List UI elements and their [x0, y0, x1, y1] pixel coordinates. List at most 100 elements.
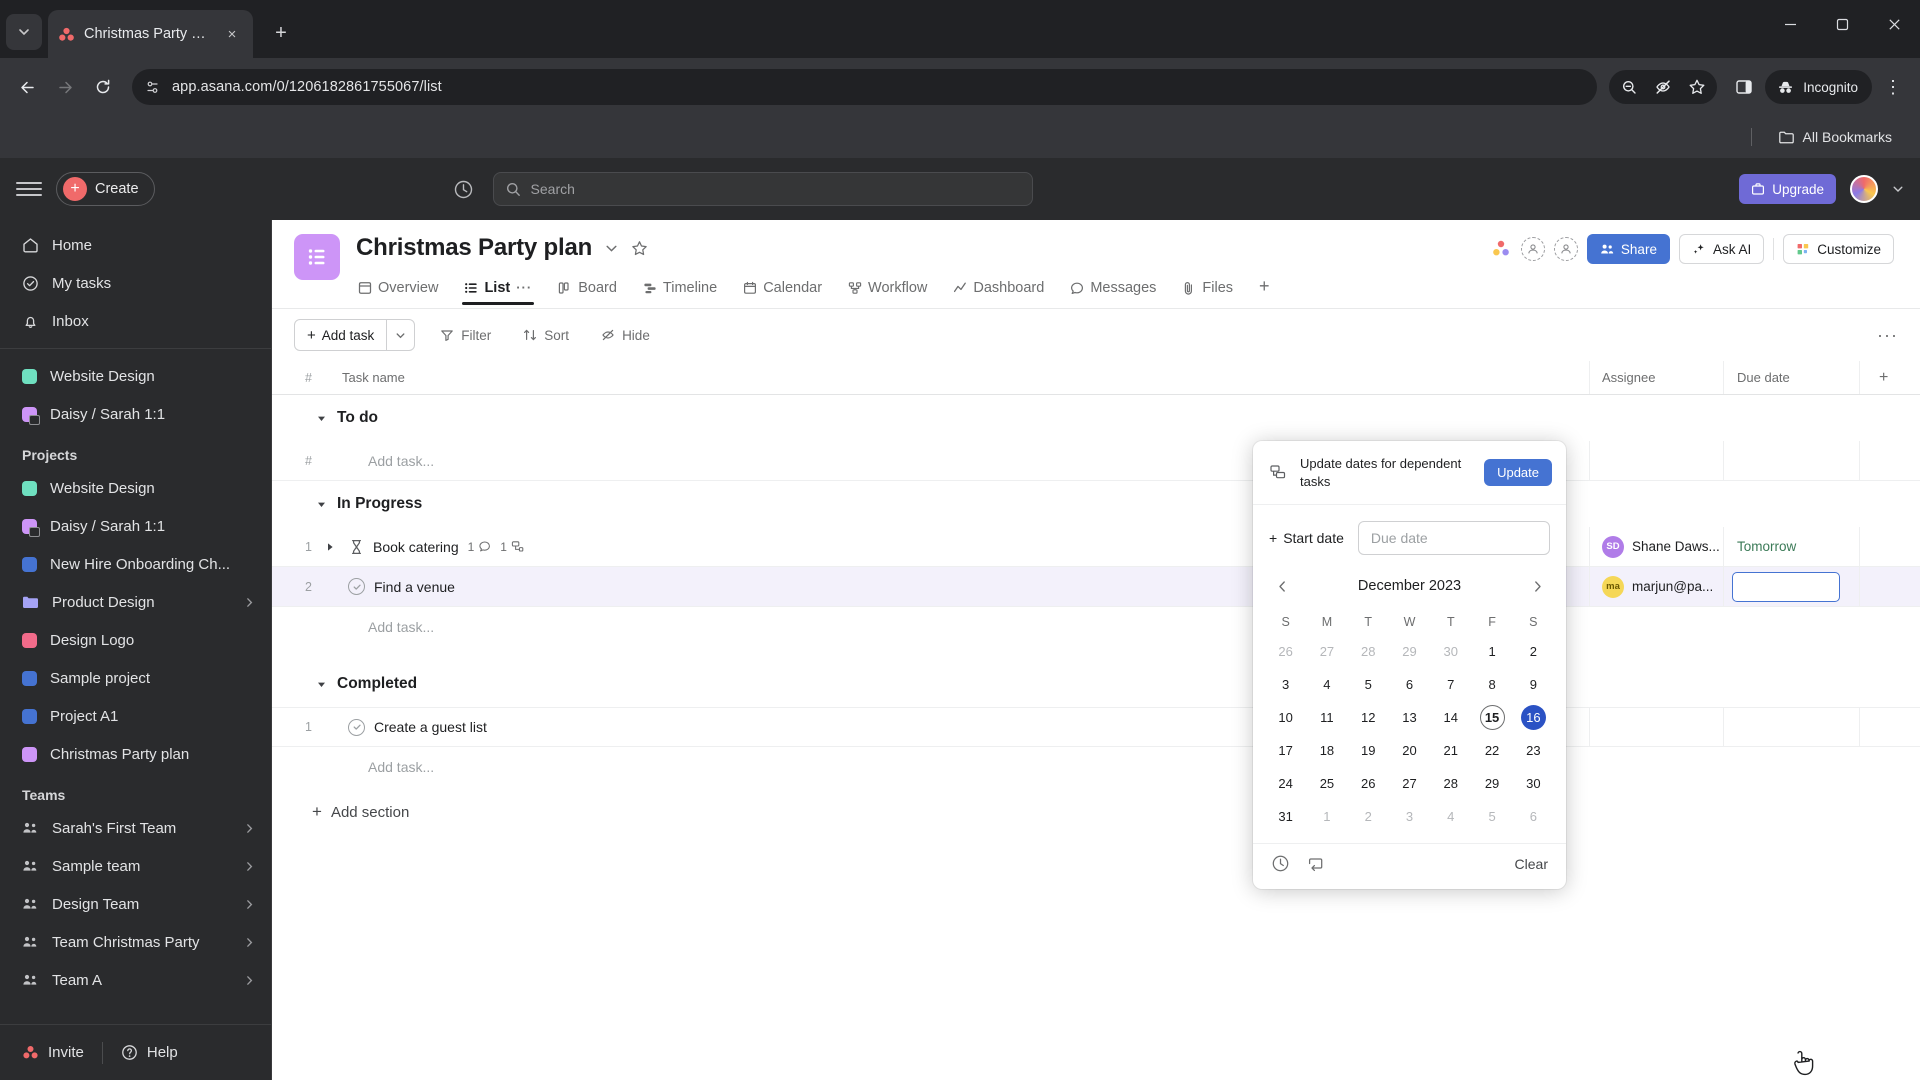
- calendar-day[interactable]: 20: [1389, 734, 1430, 767]
- sidebar-favorite-website-design[interactable]: Website Design: [0, 357, 271, 395]
- calendar-day[interactable]: 8: [1471, 668, 1512, 701]
- add-task-dropdown[interactable]: [386, 320, 414, 350]
- sort-button[interactable]: Sort: [516, 323, 576, 348]
- chevron-down-icon[interactable]: [1892, 183, 1904, 195]
- calendar-day[interactable]: 30: [1513, 767, 1554, 800]
- calendar-day[interactable]: 9: [1513, 668, 1554, 701]
- calendar-day[interactable]: 21: [1430, 734, 1471, 767]
- calendar-day[interactable]: 28: [1348, 635, 1389, 668]
- check-circle-icon[interactable]: [348, 578, 365, 595]
- clock-icon[interactable]: [1271, 854, 1290, 873]
- minimize-icon[interactable]: [1764, 0, 1816, 48]
- tab-files[interactable]: Files: [1180, 274, 1235, 305]
- chevron-down-icon[interactable]: [604, 241, 619, 256]
- start-date-button[interactable]: + Start date: [1269, 530, 1344, 546]
- calendar-day[interactable]: 23: [1513, 734, 1554, 767]
- calendar-day[interactable]: 26: [1265, 635, 1306, 668]
- cell-due-date[interactable]: Tomorrow: [1724, 527, 1860, 566]
- tab-search-button[interactable]: [6, 14, 42, 50]
- add-task-row[interactable]: Add task...: [272, 607, 1920, 647]
- ask-ai-button[interactable]: Ask AI: [1678, 234, 1765, 264]
- add-task-button[interactable]: + Add task: [294, 319, 416, 351]
- calendar-day[interactable]: 1: [1306, 800, 1347, 833]
- upgrade-button[interactable]: Upgrade: [1739, 174, 1836, 204]
- browser-menu-icon[interactable]: ⋮: [1876, 70, 1910, 104]
- sidebar-project-daisy-sarah[interactable]: Daisy / Sarah 1:1: [0, 507, 271, 545]
- column-header-assignee[interactable]: Assignee: [1590, 361, 1724, 394]
- sidebar-project-christmas-party-plan[interactable]: Christmas Party plan: [0, 735, 271, 773]
- add-task-row[interactable]: # Add task...: [272, 441, 1920, 481]
- table-row[interactable]: 1 Create a guest list: [272, 707, 1920, 747]
- zoom-out-icon[interactable]: [1612, 70, 1646, 104]
- eye-off-icon[interactable]: [1646, 70, 1680, 104]
- calendar-day[interactable]: 4: [1430, 800, 1471, 833]
- all-bookmarks-button[interactable]: All Bookmarks: [1770, 125, 1900, 150]
- add-task-placeholder[interactable]: Add task...: [318, 607, 1920, 647]
- tab-dashboard[interactable]: Dashboard: [951, 274, 1046, 305]
- table-row[interactable]: 2 Find a venue ma marjun@pa...: [272, 567, 1920, 607]
- share-button[interactable]: Share: [1586, 234, 1670, 264]
- calendar-day[interactable]: 22: [1471, 734, 1512, 767]
- hide-button[interactable]: Hide: [594, 323, 657, 348]
- calendar-day[interactable]: 6: [1389, 668, 1430, 701]
- check-circle-icon[interactable]: [348, 718, 365, 736]
- calendar-day[interactable]: 6: [1513, 800, 1554, 833]
- tab-calendar[interactable]: Calendar: [741, 274, 824, 305]
- sidebar-project-new-hire-onboarding[interactable]: New Hire Onboarding Ch...: [0, 545, 271, 583]
- avatar-placeholder[interactable]: [1520, 237, 1545, 261]
- add-column-button[interactable]: +: [1860, 361, 1920, 394]
- invite-button[interactable]: Invite: [22, 1044, 84, 1061]
- tab-list[interactable]: List ···: [462, 274, 535, 305]
- create-button[interactable]: + Create: [56, 172, 155, 206]
- chevron-left-icon[interactable]: [1269, 573, 1295, 599]
- recent-activity-icon[interactable]: [449, 174, 479, 204]
- asana-intelligence-icon[interactable]: [1490, 238, 1512, 260]
- section-header-in-progress[interactable]: In Progress: [272, 481, 1920, 527]
- calendar-day[interactable]: 29: [1389, 635, 1430, 668]
- chevron-right-icon[interactable]: [244, 597, 255, 608]
- sidebar-project-project-a1[interactable]: Project A1: [0, 697, 271, 735]
- calendar-day[interactable]: 4: [1306, 668, 1347, 701]
- triangle-down-icon[interactable]: [316, 413, 327, 424]
- sidebar-scroll[interactable]: Home My tasks Inbox Website Design Daisy…: [0, 220, 271, 1024]
- calendar-day[interactable]: 29: [1471, 767, 1512, 800]
- customize-button[interactable]: Customize: [1783, 234, 1894, 264]
- calendar-day[interactable]: 2: [1348, 800, 1389, 833]
- calendar-day[interactable]: 30: [1430, 635, 1471, 668]
- hourglass-icon[interactable]: [349, 539, 364, 555]
- calendar-day[interactable]: 19: [1348, 734, 1389, 767]
- sidebar-project-website-design[interactable]: Website Design: [0, 469, 271, 507]
- calendar-day[interactable]: 7: [1430, 668, 1471, 701]
- calendar-day[interactable]: 3: [1265, 668, 1306, 701]
- calendar-day[interactable]: 18: [1306, 734, 1347, 767]
- cell-due-date-editing[interactable]: [1724, 567, 1860, 606]
- cell-assignee[interactable]: SD Shane Daws...: [1590, 527, 1724, 566]
- sidebar-item-inbox[interactable]: Inbox: [0, 302, 271, 340]
- sidebar-project-design-logo[interactable]: Design Logo: [0, 621, 271, 659]
- chevron-right-icon[interactable]: [244, 937, 255, 948]
- calendar-day[interactable]: 1: [1471, 635, 1512, 668]
- new-tab-button[interactable]: +: [265, 17, 297, 49]
- window-close-icon[interactable]: [1868, 0, 1920, 48]
- sidebar-team-sarahs-first-team[interactable]: Sarah's First Team: [0, 809, 271, 847]
- update-button[interactable]: Update: [1484, 459, 1552, 487]
- cell-due-date[interactable]: [1724, 708, 1860, 746]
- calendar-day[interactable]: 25: [1306, 767, 1347, 800]
- triangle-down-icon[interactable]: [316, 679, 327, 690]
- calendar-day[interactable]: 24: [1265, 767, 1306, 800]
- maximize-icon[interactable]: [1816, 0, 1868, 48]
- due-date-input[interactable]: [1732, 571, 1840, 602]
- section-header-to-do[interactable]: To do: [272, 395, 1920, 441]
- list-more-options[interactable]: ···: [1877, 325, 1898, 346]
- close-icon[interactable]: ×: [221, 23, 243, 45]
- sidebar-team-team-christmas-party[interactable]: Team Christmas Party: [0, 923, 271, 961]
- site-settings-icon[interactable]: [144, 79, 161, 96]
- expand-subtasks-icon[interactable]: [326, 542, 340, 552]
- calendar-day[interactable]: 2: [1513, 635, 1554, 668]
- help-button[interactable]: Help: [121, 1044, 178, 1061]
- avatar[interactable]: [1850, 175, 1878, 203]
- cell-assignee[interactable]: ma marjun@pa...: [1590, 567, 1724, 606]
- star-icon[interactable]: [631, 240, 648, 257]
- avatar-placeholder[interactable]: [1553, 237, 1578, 261]
- chevron-right-icon[interactable]: [244, 899, 255, 910]
